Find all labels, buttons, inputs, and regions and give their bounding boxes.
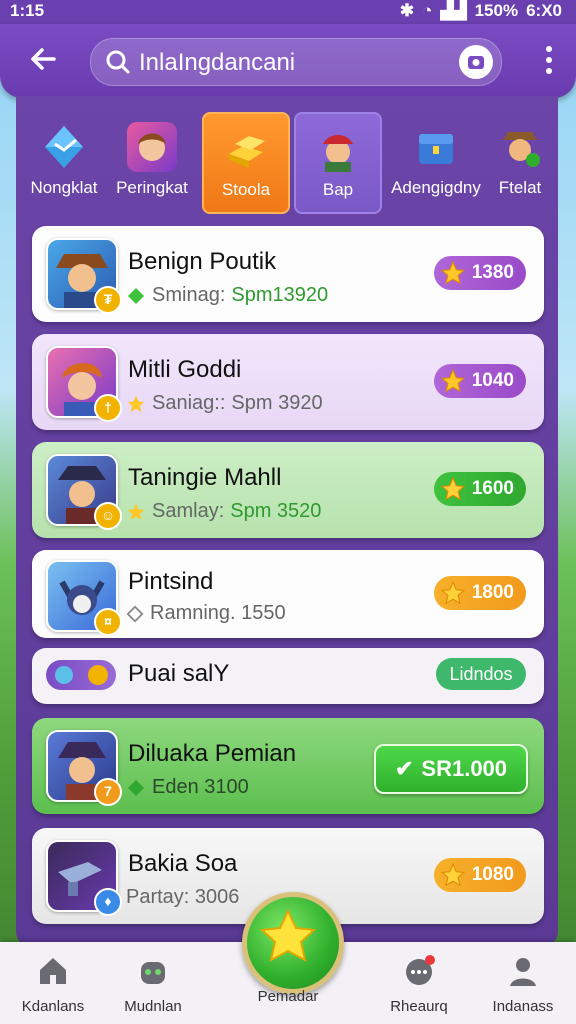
star-icon [259, 908, 317, 962]
coin-badge-icon: ¤ [94, 608, 122, 636]
star-icon [440, 476, 465, 501]
pirate-avatar-icon [313, 124, 363, 174]
search-icon [106, 50, 130, 74]
list-item[interactable]: Puai salY Lidndos [32, 648, 544, 704]
coin-badge-icon: † [94, 394, 122, 422]
camera-icon [468, 56, 484, 69]
score-badge: 1040 [433, 364, 526, 398]
lidndos-button[interactable]: Lidndos [436, 658, 526, 690]
score-badge: 1080 [433, 858, 526, 892]
list-item[interactable]: ₮ Benign Poutik Sminag: Spm13920 1380 [32, 226, 544, 322]
coin-badge-icon: ₮ [94, 286, 122, 314]
status-extra: 6:X0 [526, 1, 562, 20]
check-icon: ✔ [394, 756, 414, 781]
player-name: Diluaka Pemian [128, 740, 297, 767]
star-icon [440, 260, 465, 285]
tab-peringkat[interactable]: Peringkat [110, 112, 194, 210]
nav-kdanlans[interactable]: Kdanlans [0, 954, 108, 1015]
tab-label: Stoola [221, 180, 271, 199]
player-name: Taningie Mahll [128, 464, 282, 491]
nav-rheaurq[interactable]: Rheaurq [364, 954, 474, 1015]
player-name: Mitli Goddi [128, 356, 242, 383]
player-stat: Sminag: Spm13920 [126, 284, 328, 307]
player-avatar: ♦ [46, 840, 122, 916]
battery-level: 150% [474, 1, 519, 20]
player-name: Benign Poutik [128, 248, 277, 275]
star-icon [127, 395, 145, 412]
star-icon [127, 503, 145, 520]
chest-box-icon [411, 122, 461, 172]
tab-stoola[interactable]: Stoola [202, 112, 290, 214]
nav-indanass[interactable]: Indanass [468, 954, 576, 1015]
claim-button[interactable]: ✔ SR1.000 [374, 744, 528, 794]
player-avatar: 7 [46, 730, 122, 806]
signal-icon: ▟▟ [440, 1, 467, 20]
status-time: 1:15 [10, 1, 45, 20]
tab-bap[interactable]: Bap [294, 112, 382, 214]
tab-label: Adengigdny [391, 178, 481, 197]
chat-bubble-icon [406, 955, 435, 985]
tab-label: Ftelat [498, 178, 542, 197]
coin-badge-icon: 7 [94, 778, 122, 806]
list-item[interactable]: ¤ Pintsind Ramning. 1550 1800 [32, 550, 544, 638]
tab-nongklat[interactable]: Nongklat [22, 112, 106, 210]
player-name: Bakia Soa [128, 850, 238, 877]
wifi-icon: ◔ [422, 1, 433, 20]
gem-icon [128, 779, 144, 796]
robot-icon [141, 962, 165, 984]
list-item[interactable]: ☺ Taningie Mahll Samlay: Spm 3520 1600 [32, 442, 544, 538]
diamond-icon [39, 122, 89, 172]
explorer-avatar-icon [495, 122, 545, 172]
bluetooth-icon: ✱ [399, 1, 415, 20]
list-item[interactable]: 7 Diluaka Pemian Eden 3100 ✔ SR1.000 [32, 718, 544, 814]
coin-badge-icon: ♦ [94, 888, 122, 916]
player-avatar: ¤ [46, 560, 122, 636]
tab-adengigdny[interactable]: Adengigdny [386, 112, 486, 210]
star-icon [440, 862, 465, 887]
player-stat: Saniag:: Spm 3920 [126, 392, 323, 415]
star-fab-button[interactable] [242, 892, 344, 994]
category-tabs: Nongklat Peringkat Stoola Bap Adengigdny… [30, 108, 550, 214]
nav-mudnlan[interactable]: Mudnlan [98, 954, 208, 1015]
status-bar: 1:15 ✱ ◔ ▟▟ 150% 6:X0 [0, 0, 576, 24]
tab-label: Nongklat [30, 178, 98, 197]
gold-bar-icon [221, 124, 271, 174]
search-bar[interactable] [90, 38, 502, 86]
player-stat: Partay: 3006 [126, 886, 240, 908]
gem-outline-icon [126, 605, 144, 622]
profile-icon [510, 958, 536, 986]
gem-icon [128, 287, 144, 304]
player-avatar: ☺ [46, 454, 122, 530]
tokens-icon [46, 660, 116, 690]
player-name: Pintsind [128, 568, 214, 595]
back-arrow-icon[interactable] [26, 42, 62, 78]
player-name: Puai salY [128, 660, 230, 687]
player-avatar: ₮ [46, 238, 122, 314]
search-input[interactable] [137, 47, 441, 79]
tab-label: Peringkat [116, 178, 188, 197]
player-avatar: † [46, 346, 122, 422]
score-badge: 1800 [433, 576, 526, 610]
star-icon [440, 580, 465, 605]
score-badge: 1600 [433, 472, 526, 506]
hero-avatar-icon [127, 122, 177, 172]
player-stat: Eden 3100 [126, 776, 249, 799]
coin-badge-icon: ☺ [94, 502, 122, 530]
player-stat: Ramning. 1550 [126, 602, 286, 625]
list-item[interactable]: † Mitli Goddi Saniag:: Spm 3920 1040 [32, 334, 544, 430]
more-menu-icon[interactable] [544, 46, 554, 78]
app-bar [0, 24, 576, 98]
player-stat: Samlay: Spm 3520 [126, 500, 321, 523]
star-icon [440, 368, 465, 393]
score-badge: 1380 [433, 256, 526, 290]
camera-search-button[interactable] [459, 45, 493, 79]
tab-ftelat[interactable]: Ftelat [478, 112, 562, 210]
nav-pemadar-label: Pemadar [257, 988, 319, 1005]
tab-label: Bap [322, 180, 354, 199]
home-icon [40, 958, 66, 984]
